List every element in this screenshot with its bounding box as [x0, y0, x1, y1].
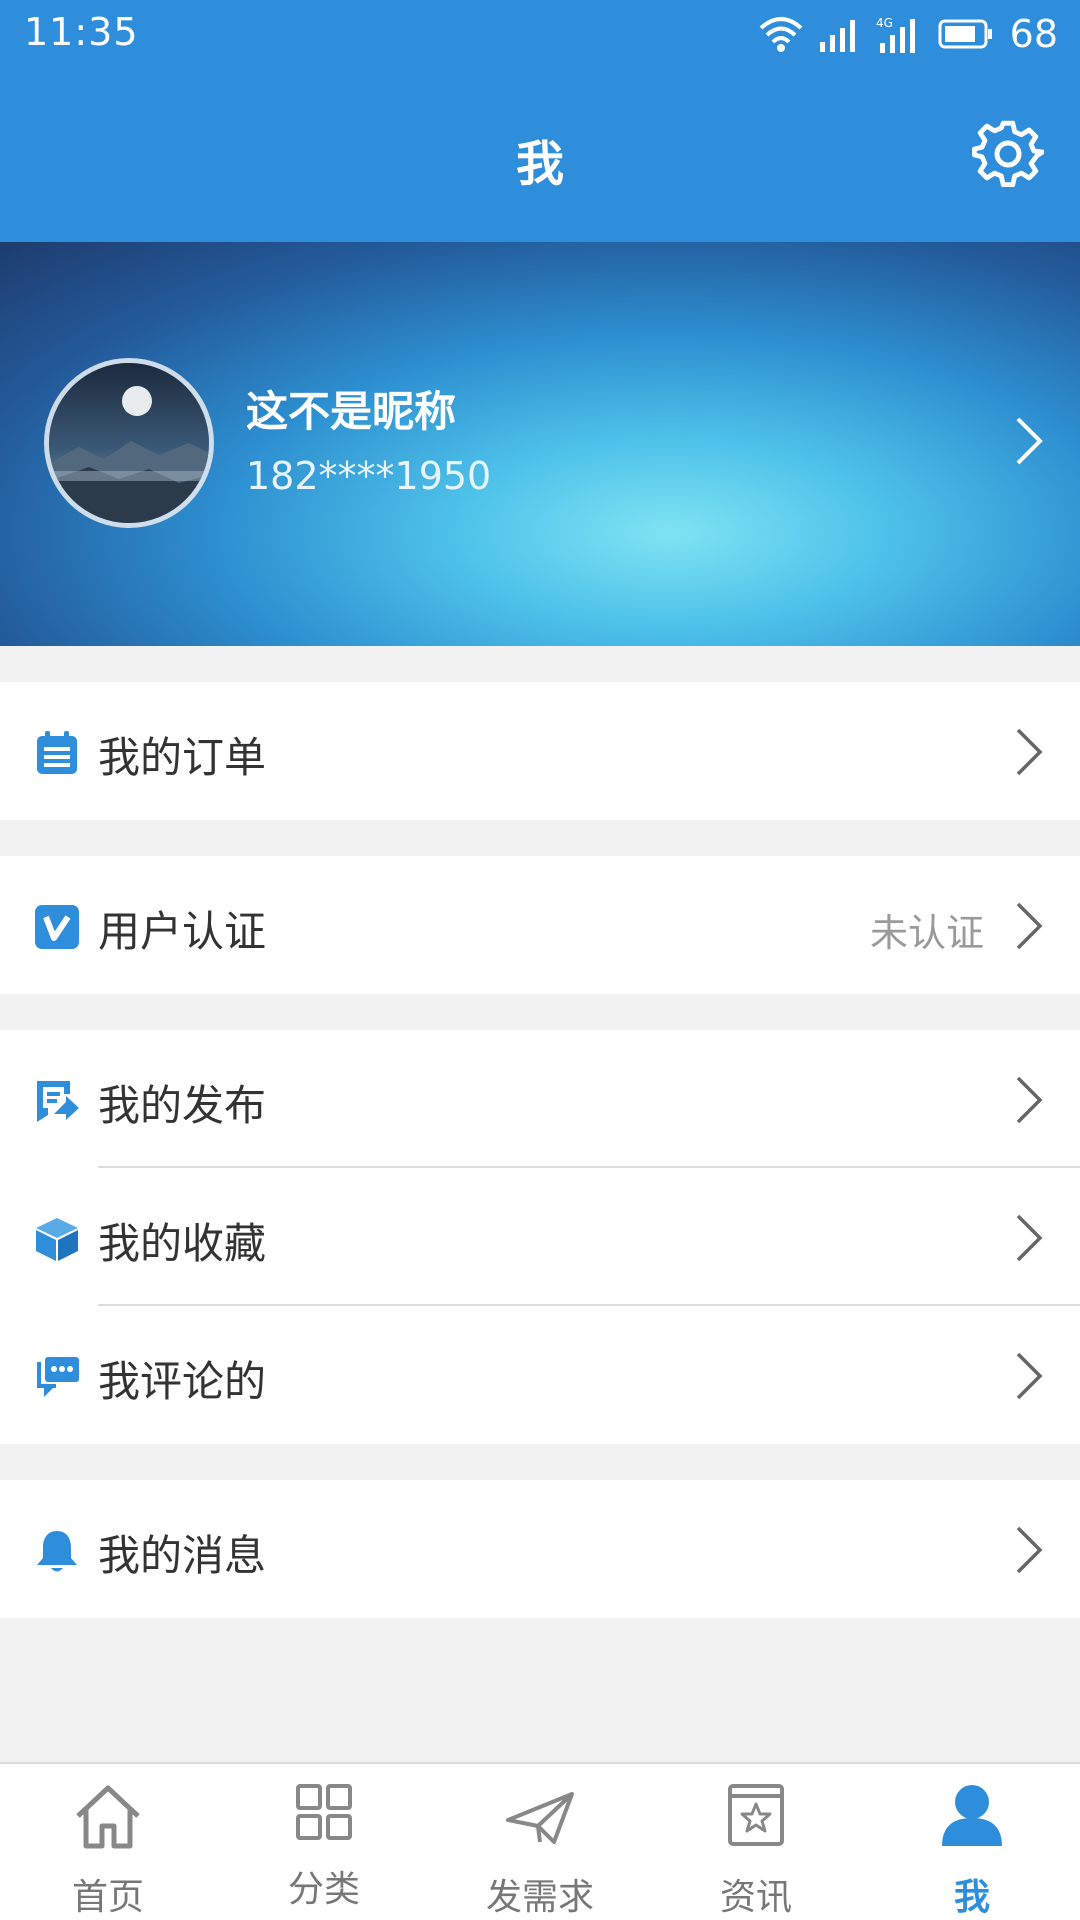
box-icon: [36, 1218, 78, 1261]
tab-bar: 首页 分类 发需求 资讯 我: [0, 1762, 1080, 1920]
home-icon: [76, 1785, 140, 1849]
signal-icon: [819, 20, 855, 52]
grid-icon: [296, 1784, 352, 1840]
menu-item-favorites[interactable]: 我的收藏: [0, 1168, 1080, 1306]
tab-label-category: 分类: [287, 1869, 360, 1910]
menu-group-verify: 用户认证 未认证: [0, 856, 1080, 994]
tab-label-me: 我: [953, 1877, 990, 1918]
signal-4g-icon: 4G: [876, 16, 915, 53]
chevron-right-icon: [1016, 1526, 1043, 1574]
profile-nickname: 这不是昵称: [246, 387, 457, 436]
menu-item-messages[interactable]: 我的消息: [0, 1480, 1080, 1618]
menu-label-comments: 我评论的: [98, 1357, 267, 1406]
avatar[interactable]: [44, 358, 214, 528]
chevron-right-icon: [1016, 728, 1043, 776]
comment-icon: [37, 1357, 79, 1397]
clipboard-icon: [37, 731, 77, 774]
tab-post-request[interactable]: 发需求: [432, 1764, 648, 1920]
menu-item-orders[interactable]: 我的订单: [0, 682, 1080, 820]
verify-status: 未认证: [869, 911, 984, 955]
menu-group-messages: 我的消息: [0, 1480, 1080, 1618]
chevron-right-icon: [1016, 902, 1043, 950]
title-bar: 我: [0, 72, 1080, 242]
menu-label-orders: 我的订单: [98, 733, 267, 782]
menu-label-posts: 我的发布: [98, 1081, 267, 1130]
page-title: 我: [515, 136, 564, 192]
tab-label-home: 首页: [71, 1877, 144, 1918]
bell-icon: [37, 1531, 77, 1572]
tab-home[interactable]: 首页: [0, 1764, 216, 1920]
chevron-right-icon: [1016, 1076, 1043, 1124]
settings-button[interactable]: [972, 118, 1045, 190]
tab-label-news: 资讯: [719, 1877, 792, 1918]
menu-group-orders: 我的订单: [0, 682, 1080, 820]
menu-item-verify[interactable]: 用户认证 未认证: [0, 856, 1080, 994]
menu-label-verify: 用户认证: [98, 907, 267, 956]
publish-icon: [37, 1081, 79, 1122]
chevron-right-icon: [1016, 1352, 1043, 1400]
battery-icon: [938, 19, 992, 49]
paper-plane-icon: [506, 1792, 574, 1844]
menu-label-favorites: 我的收藏: [98, 1219, 267, 1268]
gear-icon: [972, 120, 1045, 188]
status-icons: 4G 68: [758, 12, 1058, 56]
battery-level: 68: [1009, 12, 1058, 56]
tab-category[interactable]: 分类: [216, 1764, 432, 1920]
menu-item-posts[interactable]: 我的发布: [0, 1030, 1080, 1168]
avatar-image: [49, 363, 209, 523]
profile-banner[interactable]: 这不是昵称 182****1950: [0, 242, 1080, 646]
news-star-icon: [728, 1784, 784, 1846]
profile-phone: 182****1950: [246, 454, 492, 498]
tab-label-post-request: 发需求: [485, 1877, 594, 1918]
tab-news[interactable]: 资讯: [648, 1764, 864, 1920]
svg-text:4G: 4G: [876, 16, 893, 30]
tab-me[interactable]: 我: [864, 1764, 1080, 1920]
chevron-right-icon: [1016, 1214, 1043, 1262]
chevron-right-icon: [1016, 417, 1043, 465]
menu-item-comments[interactable]: 我评论的: [0, 1306, 1080, 1444]
wifi-icon: [759, 17, 802, 52]
verified-v-icon: [35, 905, 79, 949]
status-time: 11:35: [24, 10, 139, 54]
menu-label-messages: 我的消息: [98, 1531, 267, 1580]
status-bar: 11:35 4G 68: [0, 0, 1080, 72]
person-icon: [942, 1785, 1002, 1846]
menu-group-content: 我的发布 我的收藏 我评论的: [0, 1030, 1080, 1444]
